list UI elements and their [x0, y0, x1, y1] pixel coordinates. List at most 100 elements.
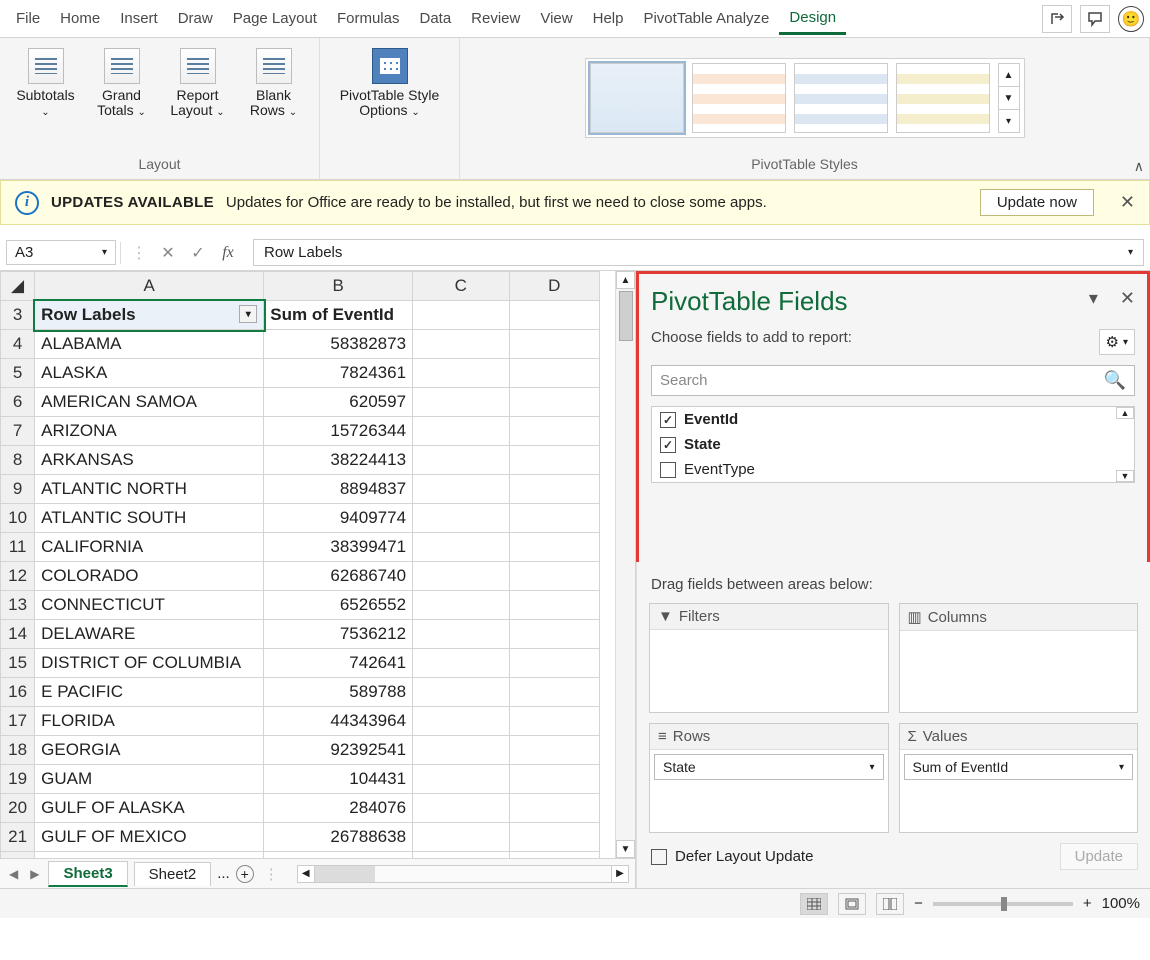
row-header[interactable]: 11: [1, 533, 35, 562]
row-header[interactable]: 22: [1, 852, 35, 859]
tab-design[interactable]: Design: [779, 3, 846, 35]
row-header[interactable]: 20: [1, 794, 35, 823]
cell[interactable]: ARKANSAS: [35, 446, 264, 475]
normal-view-button[interactable]: [800, 893, 828, 915]
tab-file[interactable]: File: [6, 4, 50, 33]
fieldlist-scroll-up-icon[interactable]: ▲: [1116, 407, 1134, 419]
cell[interactable]: 26788638: [264, 823, 413, 852]
row-header[interactable]: 21: [1, 823, 35, 852]
pivottable-style-options-button[interactable]: PivotTable Style Options ⌄: [330, 44, 449, 123]
gallery-more-icon[interactable]: ▾: [999, 110, 1019, 132]
row-header[interactable]: 12: [1, 562, 35, 591]
cell[interactable]: 58382873: [264, 330, 413, 359]
defer-update-checkbox[interactable]: [651, 849, 667, 865]
pane-close-icon[interactable]: ✕: [1120, 288, 1135, 309]
cell[interactable]: 104431: [264, 765, 413, 794]
pane-settings-button[interactable]: ⚙▾: [1099, 329, 1135, 355]
cell[interactable]: CALIFORNIA: [35, 533, 264, 562]
tab-home[interactable]: Home: [50, 4, 110, 33]
sheet-tab-sheet2[interactable]: Sheet2: [134, 862, 212, 886]
banner-close-icon[interactable]: ✕: [1120, 192, 1135, 213]
enter-formula-icon[interactable]: ✓: [183, 243, 213, 263]
scroll-down-icon[interactable]: ▼: [616, 840, 635, 858]
field-item[interactable]: ✓State: [652, 432, 1134, 457]
hscroll-right-icon[interactable]: ▶: [611, 865, 629, 883]
cell[interactable]: CONNECTICUT: [35, 591, 264, 620]
style-thumb-2[interactable]: [692, 63, 786, 133]
tab-help[interactable]: Help: [583, 4, 634, 33]
cancel-formula-icon[interactable]: ✕: [153, 243, 183, 263]
rows-area[interactable]: ≡Rows State▾: [649, 723, 889, 833]
tab-insert[interactable]: Insert: [110, 4, 168, 33]
sheet-tabs-more[interactable]: ...: [217, 865, 230, 882]
row-header[interactable]: 14: [1, 620, 35, 649]
cell[interactable]: HAWAII: [35, 852, 264, 859]
row-header[interactable]: 7: [1, 417, 35, 446]
page-break-view-button[interactable]: [876, 893, 904, 915]
row-header[interactable]: 15: [1, 649, 35, 678]
field-search-input[interactable]: Search 🔍: [651, 365, 1135, 396]
cell[interactable]: 92392541: [264, 736, 413, 765]
values-area[interactable]: ΣValues Sum of EventId▾: [899, 723, 1139, 833]
col-header-a[interactable]: A: [35, 272, 264, 301]
formula-input[interactable]: Row Labels▾: [253, 239, 1144, 266]
cell[interactable]: 6526552: [264, 591, 413, 620]
row-header[interactable]: 5: [1, 359, 35, 388]
report-layout-button[interactable]: Report Layout ⌄: [163, 44, 233, 123]
cell[interactable]: GEORGIA: [35, 736, 264, 765]
col-header-c[interactable]: C: [413, 272, 509, 301]
cell[interactable]: COLORADO: [35, 562, 264, 591]
ribbon-collapse-icon[interactable]: ∧: [1134, 158, 1144, 175]
update-now-button[interactable]: Update now: [980, 189, 1094, 216]
zoom-slider[interactable]: [933, 902, 1073, 906]
field-item[interactable]: ✓EventId: [652, 407, 1134, 432]
cell[interactable]: 284076: [264, 794, 413, 823]
sheet-tab-sheet3[interactable]: Sheet3: [48, 861, 127, 887]
row-header[interactable]: 10: [1, 504, 35, 533]
scroll-up-icon[interactable]: ▲: [616, 271, 635, 289]
cell[interactable]: ARIZONA: [35, 417, 264, 446]
cell[interactable]: 38224413: [264, 446, 413, 475]
horizontal-scrollbar[interactable]: ◀ ▶: [297, 865, 629, 883]
columns-area[interactable]: ▥Columns: [899, 603, 1139, 713]
gallery-up-icon[interactable]: ▲: [999, 64, 1019, 87]
row-header[interactable]: 18: [1, 736, 35, 765]
field-checkbox[interactable]: ✓: [660, 412, 676, 428]
cell[interactable]: AMERICAN SAMOA: [35, 388, 264, 417]
row-header[interactable]: 19: [1, 765, 35, 794]
cell[interactable]: 38399471: [264, 533, 413, 562]
cell[interactable]: 7536212: [264, 620, 413, 649]
select-all-corner[interactable]: ◢: [1, 272, 35, 301]
tab-formulas[interactable]: Formulas: [327, 4, 410, 33]
rows-item-state[interactable]: State▾: [654, 754, 884, 780]
row-header[interactable]: 6: [1, 388, 35, 417]
cell[interactable]: 16479873: [264, 852, 413, 859]
tab-data[interactable]: Data: [409, 4, 461, 33]
style-thumb-1[interactable]: [590, 63, 684, 133]
tab-review[interactable]: Review: [461, 4, 530, 33]
row-header[interactable]: 17: [1, 707, 35, 736]
field-checkbox[interactable]: [660, 462, 676, 478]
cell[interactable]: 44343964: [264, 707, 413, 736]
field-checkbox[interactable]: ✓: [660, 437, 676, 453]
blank-rows-button[interactable]: Blank Rows ⌄: [239, 44, 309, 123]
gallery-down-icon[interactable]: ▼: [999, 87, 1019, 110]
cell[interactable]: DISTRICT OF COLUMBIA: [35, 649, 264, 678]
pane-menu-icon[interactable]: ▾: [1089, 288, 1098, 309]
fx-icon[interactable]: fx: [213, 244, 243, 262]
zoom-in-button[interactable]: +: [1083, 895, 1092, 912]
cell[interactable]: 589788: [264, 678, 413, 707]
cell[interactable]: GULF OF ALASKA: [35, 794, 264, 823]
col-header-b[interactable]: B: [264, 272, 413, 301]
row-header[interactable]: 8: [1, 446, 35, 475]
sheet-nav-next-icon[interactable]: ▶: [27, 867, 42, 881]
tab-view[interactable]: View: [530, 4, 582, 33]
cell[interactable]: 8894837: [264, 475, 413, 504]
style-thumb-3[interactable]: [794, 63, 888, 133]
cell[interactable]: ATLANTIC NORTH: [35, 475, 264, 504]
row-labels-filter-icon[interactable]: ▾: [239, 305, 257, 323]
subtotals-button[interactable]: Subtotals⌄: [11, 44, 81, 123]
cell[interactable]: 620597: [264, 388, 413, 417]
row-header[interactable]: 16: [1, 678, 35, 707]
cell[interactable]: 9409774: [264, 504, 413, 533]
